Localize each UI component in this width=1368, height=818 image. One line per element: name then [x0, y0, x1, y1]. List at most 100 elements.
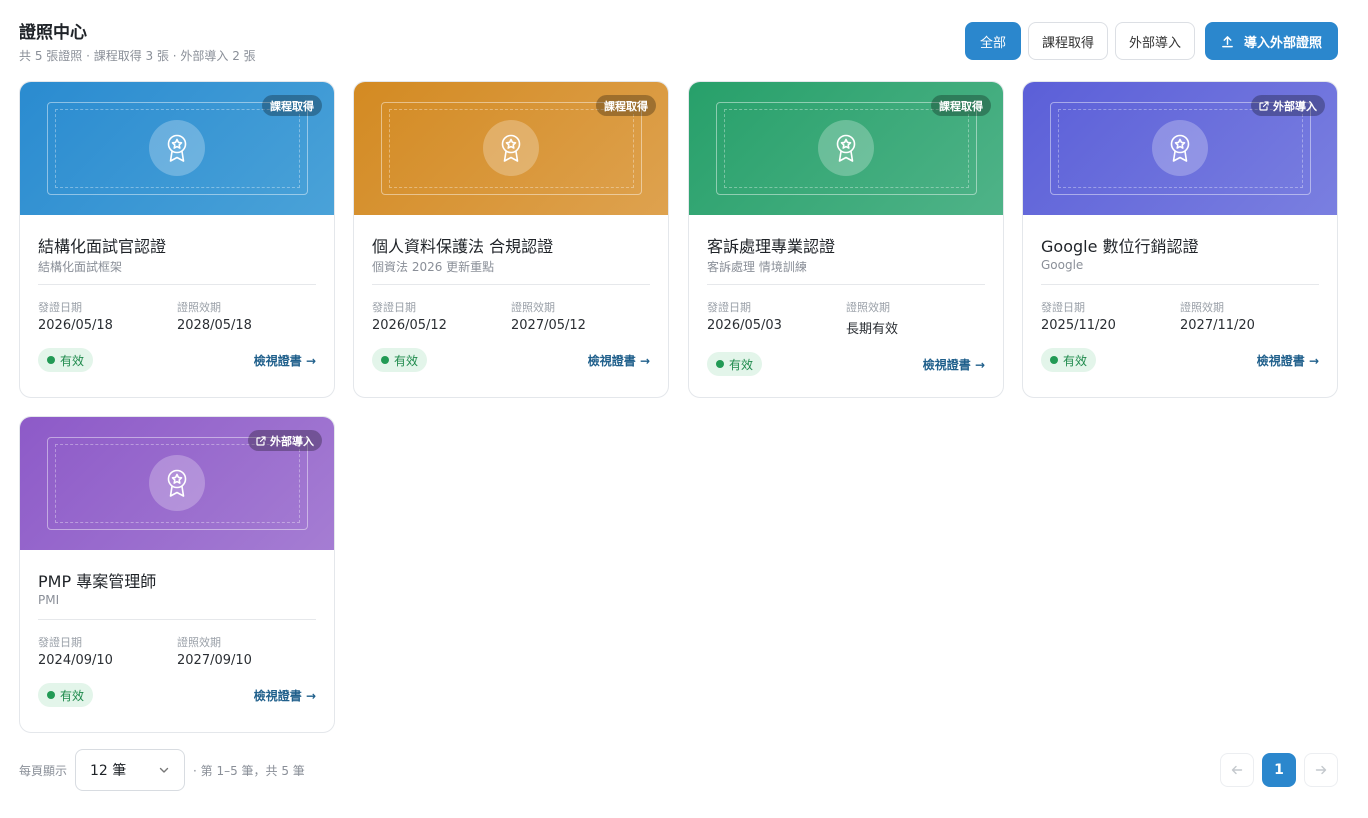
status-badge: 有效 — [38, 348, 94, 372]
certificate-card[interactable]: 課程取得個人資料保護法 合規認證個資法 2026 更新重點 發證日期 2026/05… — [353, 81, 669, 398]
medal-circle — [818, 120, 874, 176]
pagination-range: · 第 1–5 筆，共 5 筆 — [193, 763, 305, 778]
certificate-body: Google 數位行銷認證 Google 發證日期 2025/11/20 證照效期 202… — [1023, 233, 1337, 372]
certificate-title: 結構化面試官認證 — [38, 237, 167, 256]
source-badge-label: 課程取得 — [270, 99, 314, 113]
award-icon — [167, 134, 187, 162]
certificate-subtitle: 結構化面試框架 — [38, 260, 123, 274]
divider — [38, 619, 316, 620]
page-subtitle: 共 5 張證照 · 課程取得 3 張 · 外部導入 2 張 — [19, 49, 256, 63]
source-badge-label: 外部導入 — [270, 434, 314, 448]
issue-date-col: 發證日期 2024/09/10 — [38, 634, 177, 668]
certificate-body: PMP 專案管理師 PMI 發證日期 2024/09/10 證照效期 2027/09/10… — [20, 568, 334, 707]
filter-course-button[interactable]: 課程取得 — [1027, 22, 1108, 60]
status-label: 有效 — [394, 353, 419, 368]
chevron-down-icon — [159, 767, 169, 773]
arrow-left-icon — [1231, 765, 1243, 775]
expiry-label: 證照效期 — [177, 301, 221, 314]
expiry-label: 證照效期 — [511, 301, 555, 314]
issue-date-col: 發證日期 2026/05/18 — [38, 299, 177, 333]
view-certificate-link[interactable]: 檢視證書 → — [588, 352, 650, 369]
expiry-col: 證照效期 2028/05/18 — [177, 299, 316, 333]
external-link-icon — [1259, 100, 1269, 111]
issue-date-value: 2026/05/03 — [707, 318, 782, 333]
certificate-title: Google 數位行銷認證 — [1041, 237, 1199, 256]
expiry-col: 證照效期 2027/09/10 — [177, 634, 316, 668]
status-dot-icon — [47, 356, 55, 364]
expiry-value: 2027/05/12 — [511, 318, 586, 333]
divider — [372, 284, 650, 285]
certificate-banner: 課程取得 — [20, 82, 334, 215]
filter-external-button[interactable]: 外部導入 — [1114, 22, 1195, 60]
expiry-value: 2027/11/20 — [1180, 318, 1255, 333]
pagination: 1 — [1220, 753, 1338, 787]
expiry-col: 證照效期 2027/11/20 — [1180, 299, 1319, 333]
per-page-value: 12 筆 — [90, 763, 127, 779]
source-badge-label: 課程取得 — [604, 99, 648, 113]
award-icon — [1170, 134, 1190, 162]
source-badge: 課程取得 — [262, 95, 322, 116]
status-dot-icon — [381, 356, 389, 364]
status-badge: 有效 — [38, 683, 94, 707]
issue-date-col: 發證日期 2026/05/03 — [707, 299, 846, 337]
per-page-control: 每頁顯示 12 筆 · 第 1–5 筆，共 5 筆 — [19, 749, 305, 791]
divider — [1041, 284, 1319, 285]
certificate-dates: 發證日期 2026/05/12 證照效期 2027/05/12 — [372, 299, 650, 333]
expiry-label: 證照效期 — [1180, 301, 1224, 314]
arrow-right-icon — [1315, 765, 1327, 775]
next-page-button[interactable] — [1304, 753, 1338, 787]
issue-date-value: 2026/05/18 — [38, 318, 113, 333]
certificate-title: 個人資料保護法 合規認證 — [372, 237, 554, 256]
issue-date-label: 發證日期 — [38, 301, 82, 314]
status-dot-icon — [1050, 356, 1058, 364]
certificate-subtitle: 個資法 2026 更新重點 — [372, 260, 495, 274]
issue-date-col: 發證日期 2025/11/20 — [1041, 299, 1180, 333]
expiry-value: 2027/09/10 — [177, 653, 252, 668]
view-certificate-link[interactable]: 檢視證書 → — [1257, 352, 1319, 369]
expiry-value: 2028/05/18 — [177, 318, 252, 333]
expiry-col: 證照效期 長期有效 — [846, 299, 985, 337]
award-icon — [167, 469, 187, 497]
issue-date-value: 2025/11/20 — [1041, 318, 1116, 333]
view-certificate-link[interactable]: 檢視證書 → — [923, 356, 985, 373]
certificate-title: PMP 專案管理師 — [38, 572, 157, 591]
certificate-banner: 課程取得 — [689, 82, 1003, 215]
filter-bar: 全部 課程取得 外部導入 導入外部證照 — [964, 22, 1338, 60]
certificate-title: 客訴處理專業認證 — [707, 237, 836, 256]
source-badge-label: 課程取得 — [939, 99, 983, 113]
issue-date-label: 發證日期 — [38, 636, 82, 649]
certificate-subtitle: 客訴處理 情境訓練 — [707, 260, 807, 274]
issue-date-label: 發證日期 — [372, 301, 416, 314]
issue-date-value: 2026/05/12 — [372, 318, 447, 333]
certificate-footer: 有效 檢視證書 → — [372, 348, 650, 372]
certificate-banner: 外部導入 — [20, 417, 334, 550]
page-button-current[interactable]: 1 — [1262, 753, 1296, 787]
certificate-card[interactable]: 外部導入 PMP 專案管理師 PMI 發證日期 2024/09/10 證照效期 2027/0… — [19, 416, 335, 733]
prev-page-button[interactable] — [1220, 753, 1254, 787]
import-external-button[interactable]: 導入外部證照 — [1204, 22, 1338, 60]
source-badge: 外部導入 — [1251, 95, 1325, 116]
issue-date-label: 發證日期 — [707, 301, 751, 314]
certificate-dates: 發證日期 2025/11/20 證照效期 2027/11/20 — [1041, 299, 1319, 333]
certificate-card[interactable]: 外部導入 Google 數位行銷認證 Google 發證日期 2025/11/20 證照效… — [1022, 81, 1338, 398]
certificate-subtitle: Google — [1041, 258, 1084, 272]
certificate-dates: 發證日期 2026/05/18 證照效期 2028/05/18 — [38, 299, 316, 333]
medal-circle — [1152, 120, 1208, 176]
upload-icon — [1222, 35, 1233, 47]
certificate-subtitle: PMI — [38, 593, 60, 607]
certificate-card[interactable]: 課程取得結構化面試官認證結構化面試框架 發證日期 2026/05/18 證照效期 202… — [19, 81, 335, 398]
certificate-footer: 有效 檢視證書 → — [1041, 348, 1319, 372]
divider — [38, 284, 316, 285]
certificate-footer: 有效 檢視證書 → — [707, 352, 985, 376]
per-page-select[interactable]: 12 筆 — [75, 749, 186, 791]
medal-circle — [149, 455, 205, 511]
issue-date-value: 2024/09/10 — [38, 653, 113, 668]
filter-all-button[interactable]: 全部 — [964, 22, 1021, 60]
source-badge: 外部導入 — [248, 430, 322, 451]
expiry-col: 證照效期 2027/05/12 — [511, 299, 650, 333]
expiry-label: 證照效期 — [177, 636, 221, 649]
status-label: 有效 — [60, 353, 85, 368]
view-certificate-link[interactable]: 檢視證書 → — [254, 687, 316, 704]
view-certificate-link[interactable]: 檢視證書 → — [254, 352, 316, 369]
certificate-card[interactable]: 課程取得客訴處理專業認證客訴處理 情境訓練 發證日期 2026/05/03 證照效期長… — [688, 81, 1004, 398]
